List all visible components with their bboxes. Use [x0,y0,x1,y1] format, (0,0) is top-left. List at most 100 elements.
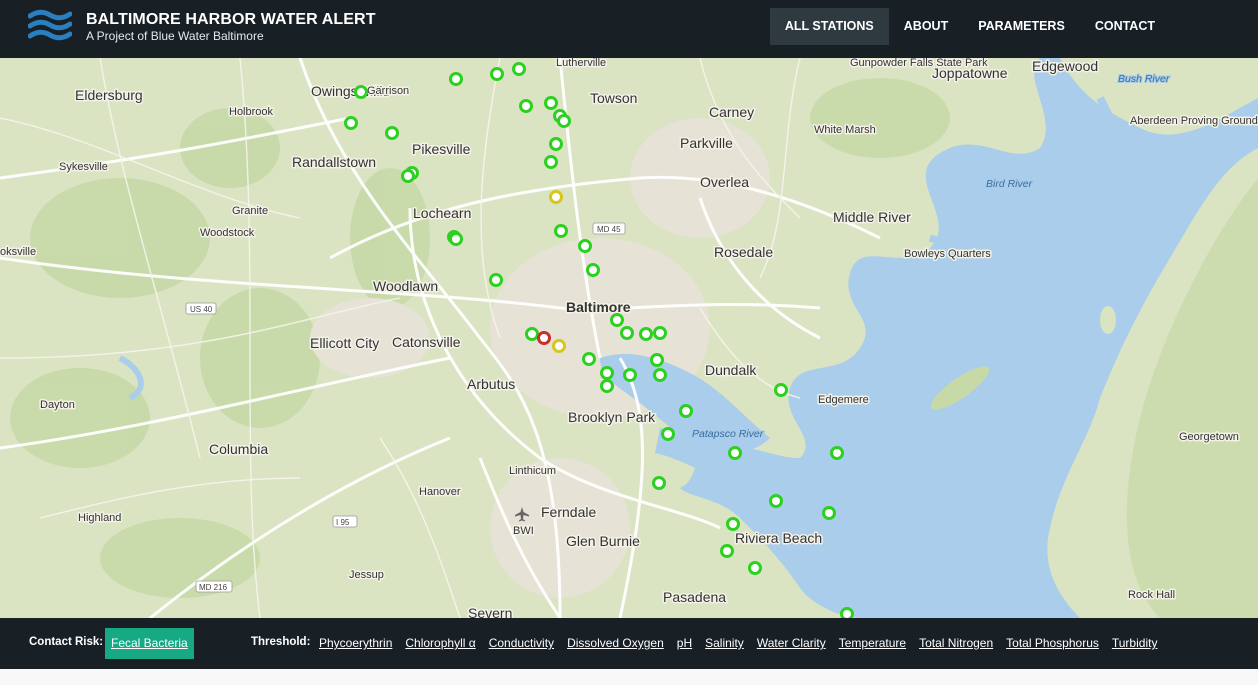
station-marker-good[interactable] [490,67,504,81]
nav-contact[interactable]: CONTACT [1080,8,1170,45]
station-marker-good[interactable] [620,326,634,340]
station-marker-caution[interactable] [552,339,566,353]
param-total-nitrogen[interactable]: Total Nitrogen [919,636,993,650]
station-marker-good[interactable] [652,476,666,490]
station-marker-good[interactable] [554,224,568,238]
param-phycoerythrin[interactable]: Phycoerythrin [319,636,392,650]
label-columbia: Columbia [209,441,268,457]
station-marker-good[interactable] [449,232,463,246]
label-granite: Granite [232,205,268,217]
station-marker-good[interactable] [639,327,653,341]
station-marker-good[interactable] [774,383,788,397]
site-title[interactable]: BALTIMORE HARBOR WATER ALERT [86,11,376,29]
station-marker-good[interactable] [720,544,734,558]
station-marker-good[interactable] [582,352,596,366]
threshold-label: Threshold: [251,636,311,648]
label-bush-river: Bush River [1118,73,1170,85]
label-patapsco-river: Patapsco River [692,428,764,440]
station-map[interactable]: Lutherville Gunpowder Falls State Park J… [0,58,1258,618]
label-rosedale: Rosedale [714,244,773,260]
station-marker-good[interactable] [525,327,539,341]
param-salinity[interactable]: Salinity [705,636,744,650]
label-holbrook: Holbrook [229,106,274,118]
label-bird-river: Bird River [986,178,1033,190]
param-dissolved-oxygen[interactable]: Dissolved Oxygen [567,636,664,650]
station-marker-good[interactable] [726,517,740,531]
label-towson: Towson [590,90,637,106]
station-marker-good[interactable] [600,366,614,380]
svg-text:MD 45: MD 45 [597,225,621,234]
station-marker-good[interactable] [679,404,693,418]
station-marker-good[interactable] [769,494,783,508]
label-white-marsh: White Marsh [814,124,876,136]
road-shield-md216: MD 216 [195,580,233,593]
station-marker-good[interactable] [544,96,558,110]
label-eldersburg: Eldersburg [75,87,143,103]
label-linthicum: Linthicum [509,465,556,477]
label-severn: Severn [468,605,512,618]
param-water-clarity[interactable]: Water Clarity [757,636,826,650]
road-shield-us40: US 40 [185,302,217,315]
param-chlorophyll[interactable]: Chlorophyll α [405,636,475,650]
station-marker-good[interactable] [549,137,563,151]
bottom-strip [0,669,1258,685]
parameter-bar: Contact Risk: Fecal Bacteria Threshold: … [0,618,1258,669]
station-marker-good[interactable] [600,379,614,393]
fecal-bacteria-button[interactable]: Fecal Bacteria [105,628,194,659]
station-marker-good[interactable] [401,169,415,183]
station-marker-good[interactable] [557,114,571,128]
station-marker-good[interactable] [519,99,533,113]
label-oksville: oksville [0,246,36,258]
param-total-phosphorus[interactable]: Total Phosphorus [1006,636,1099,650]
station-marker-good[interactable] [586,263,600,277]
nav-all-stations[interactable]: ALL STATIONS [769,8,889,45]
nav-about[interactable]: ABOUT [889,8,963,45]
label-hanover: Hanover [419,486,461,498]
station-marker-good[interactable] [661,427,675,441]
waves-logo-icon[interactable] [28,8,72,42]
site-subtitle: A Project of Blue Water Baltimore [86,29,264,43]
label-aberdeen: Aberdeen Proving Ground [1130,115,1258,127]
label-baltimore: Baltimore [566,299,631,315]
label-joppatowne: Joppatowne [932,65,1008,81]
nav-parameters[interactable]: PARAMETERS [963,8,1080,45]
station-marker-good[interactable] [344,116,358,130]
map-canvas[interactable]: Lutherville Gunpowder Falls State Park J… [0,58,1258,618]
param-temperature[interactable]: Temperature [839,636,906,650]
param-conductivity[interactable]: Conductivity [489,636,554,650]
station-marker-good[interactable] [385,126,399,140]
label-pikesville: Pikesville [412,141,471,157]
station-marker-good[interactable] [623,368,637,382]
station-marker-good[interactable] [489,273,503,287]
label-randallstown: Randallstown [292,154,376,170]
station-marker-good[interactable] [822,506,836,520]
station-marker-good[interactable] [650,353,664,367]
station-marker-good[interactable] [610,313,624,327]
station-marker-good[interactable] [449,72,463,86]
station-marker-good[interactable] [512,62,526,76]
station-marker-good[interactable] [840,607,854,619]
label-lutherville: Lutherville [556,58,606,69]
label-carney: Carney [709,104,754,120]
station-marker-good[interactable] [578,239,592,253]
label-middle-river: Middle River [833,209,911,225]
station-marker-caution[interactable] [549,190,563,204]
station-marker-good[interactable] [544,155,558,169]
label-woodlawn: Woodlawn [373,278,438,294]
label-glen-burnie: Glen Burnie [566,533,640,549]
station-marker-good[interactable] [830,446,844,460]
label-ferndale: Ferndale [541,504,596,520]
label-highland: Highland [78,512,121,524]
station-marker-good[interactable] [653,326,667,340]
label-brooklyn-park: Brooklyn Park [568,409,656,425]
contact-risk-label: Contact Risk: [29,636,104,648]
station-marker-good[interactable] [354,85,368,99]
param-ph[interactable]: pH [677,636,692,650]
station-marker-good[interactable] [748,561,762,575]
station-marker-good[interactable] [653,368,667,382]
param-turbidity[interactable]: Turbidity [1112,636,1158,650]
station-marker-good[interactable] [728,446,742,460]
station-marker-alert[interactable] [537,331,551,345]
svg-text:US 40: US 40 [190,305,213,314]
label-edgewood: Edgewood [1032,58,1098,74]
